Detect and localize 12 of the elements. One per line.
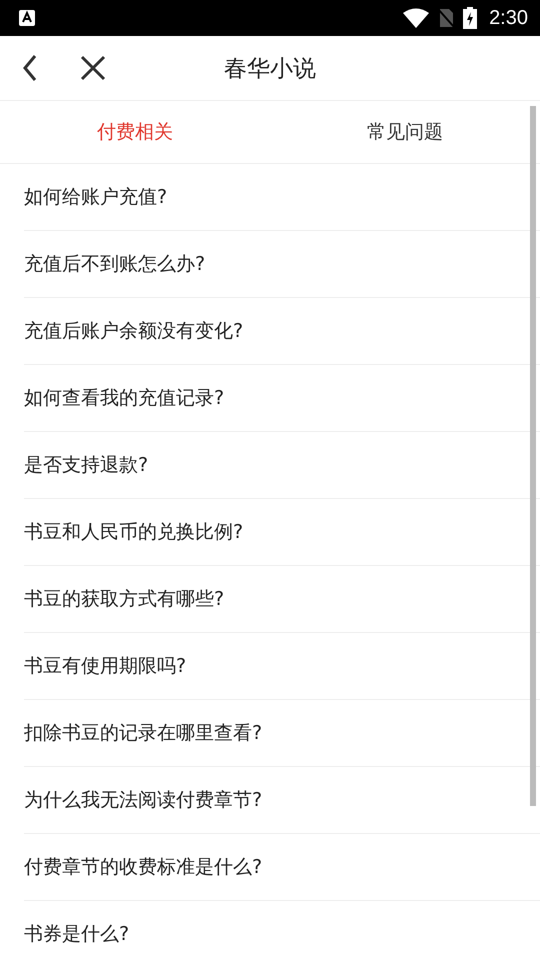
faq-item[interactable]: 书券是什么? [24, 901, 540, 960]
notification-icon [18, 9, 36, 27]
no-sim-icon [437, 8, 456, 28]
wifi-icon [403, 8, 430, 28]
faq-item[interactable]: 付费章节的收费标准是什么? [24, 834, 540, 901]
page-title: 春华小说 [224, 54, 316, 84]
back-icon [22, 54, 38, 82]
tab[interactable]: 常见问题 [270, 101, 540, 163]
close-icon [80, 55, 106, 81]
tab[interactable]: 付费相关 [0, 101, 270, 163]
status-time: 2:30 [489, 6, 528, 30]
battery-icon [463, 7, 478, 29]
